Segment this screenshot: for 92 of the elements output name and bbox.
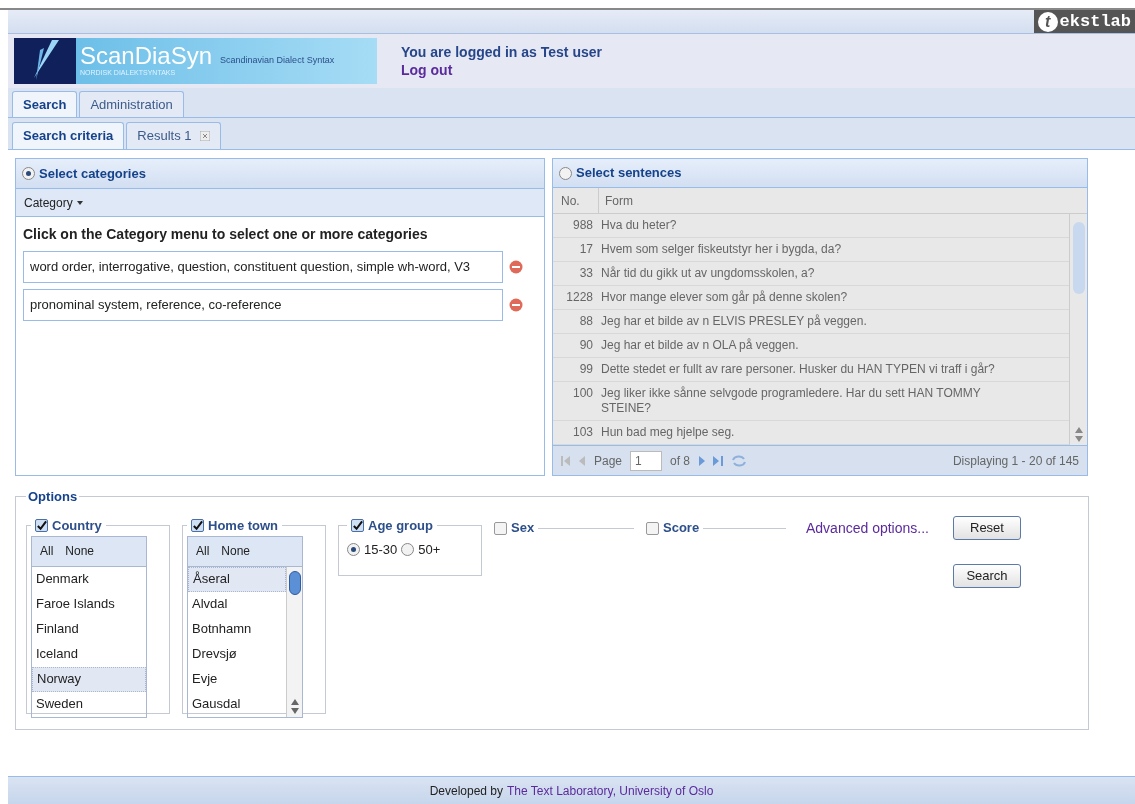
column-header[interactable]: No. <box>553 188 599 213</box>
table-cell-text: 33 <box>578 266 594 281</box>
table-cell-text: Hvem som selger fiskeutstyr her i bygda, da? <box>600 242 843 257</box>
footer-link[interactable]: The Text Laboratory, University of Oslo <box>507 781 714 800</box>
scroll-up-icon <box>1074 427 1083 433</box>
aurora-icon <box>14 38 76 84</box>
options-title: Options <box>28 489 78 504</box>
table-cell-text: 90 <box>578 338 594 353</box>
select-all-link[interactable]: All <box>196 542 210 560</box>
list-item[interactable]: Alvdal <box>188 591 286 617</box>
column-header[interactable]: Form <box>599 188 1087 213</box>
checkbox[interactable] <box>191 519 204 533</box>
list-item[interactable]: Iceland <box>32 641 146 667</box>
group-label: Score <box>663 519 700 538</box>
remove-icon[interactable] <box>509 260 523 274</box>
radio-button[interactable] <box>347 542 360 556</box>
scroll-down-icon <box>1074 436 1083 442</box>
radio-button[interactable] <box>22 167 35 180</box>
select-none-link[interactable]: None <box>65 542 95 560</box>
checkbox[interactable] <box>494 521 507 535</box>
select-all-link[interactable]: All <box>40 542 54 560</box>
radio-label: 50+ <box>418 540 441 559</box>
advanced-options-link[interactable]: Advanced options... <box>806 518 929 539</box>
table-cell-text: Jeg har et bilde av n ELVIS PRESLEY på veggen. <box>600 314 868 329</box>
table-cell-text: Hva du heter? <box>600 218 678 233</box>
table-cell-text: 103 <box>571 425 594 440</box>
action-button[interactable]: Reset <box>953 516 1021 540</box>
close-icon <box>199 131 210 141</box>
list-item[interactable]: Evje <box>188 666 286 692</box>
table-cell-text: 99 <box>578 362 594 377</box>
group-label: Home town <box>208 517 279 535</box>
page-label: Page <box>594 452 623 470</box>
table-cell-text: Hun bad meg hjelpe seg. <box>600 425 736 440</box>
scroll-down-icon <box>290 707 299 714</box>
radio-label: 15-30 <box>364 540 398 559</box>
page-field[interactable]: 1 <box>630 450 663 471</box>
logout-link[interactable]: Log out <box>401 61 602 79</box>
brand-subtitle: Scandinavian Dialect Syntax <box>220 54 335 68</box>
scrollbar[interactable] <box>286 566 302 717</box>
tab[interactable]: Administration <box>79 91 184 117</box>
table-cell-text: Når tid du gikk ut av ungdomsskolen, a? <box>600 266 816 281</box>
group-label: Sex <box>511 519 535 538</box>
group-label: Age group <box>368 517 433 535</box>
table-cell-text: Jeg liker ikke sånne selvgode programledere. Har du sett HAN TOMMY STEINE? <box>600 386 982 416</box>
table-cell-text: 988 <box>571 218 594 233</box>
instruction-text: Click on the Category menu to select one or more categories <box>23 225 429 244</box>
category-entry: pronominal system, reference, co-reference <box>23 289 503 321</box>
scroll-thumb[interactable] <box>1072 222 1085 294</box>
scroll-up-icon <box>290 698 299 705</box>
table-cell-text: 88 <box>578 314 594 329</box>
last-page-icon[interactable] <box>713 454 724 467</box>
list-item[interactable]: Botnhamn <box>188 616 286 642</box>
table-cell-text: Jeg har et bilde av n OLA på veggen. <box>600 338 800 353</box>
table-cell-text: 17 <box>578 242 594 257</box>
table-cell-text: 1228 <box>565 290 594 305</box>
list-item[interactable]: Drevsjø <box>188 641 286 667</box>
page-count: of 8 <box>670 452 691 470</box>
remove-icon[interactable] <box>509 298 523 312</box>
radio-button[interactable] <box>401 542 415 556</box>
table-cell-text: 100 <box>571 386 594 402</box>
checkbox[interactable] <box>351 519 364 533</box>
list-item[interactable]: Faroe Islands <box>32 591 146 617</box>
login-status: You are logged in as Test user <box>401 43 602 61</box>
list-item[interactable]: Gausdal <box>188 691 286 717</box>
table-cell-text: Hvor mange elever som går på denne skolen? <box>600 290 849 305</box>
footer-text: Developed by <box>429 782 504 800</box>
list-item[interactable]: Norway <box>32 666 146 692</box>
scroll-thumb[interactable] <box>288 570 301 595</box>
list-item[interactable]: Denmark <box>32 566 146 592</box>
radio-button[interactable] <box>559 166 572 180</box>
list-item[interactable]: Åseral <box>188 566 286 592</box>
checkbox[interactable] <box>646 521 659 535</box>
refresh-icon[interactable] <box>731 453 748 468</box>
category-entry: word order, interrogative, question, constituent question, simple wh-word, V3 <box>23 251 503 283</box>
list-item[interactable]: Finland <box>32 616 146 642</box>
tab[interactable]: Search criteria <box>12 122 125 149</box>
select-none-link[interactable]: None <box>221 542 251 560</box>
panel-title: Select sentences <box>576 164 682 183</box>
tekstlab-logo: t ekstlab <box>1033 10 1135 33</box>
category-menu[interactable]: Category <box>24 193 83 212</box>
tab[interactable]: Search <box>12 91 78 117</box>
list-item[interactable]: Sweden <box>32 691 146 717</box>
caret-icon <box>76 200 83 205</box>
group-label: Country <box>52 517 102 535</box>
next-page-icon[interactable] <box>698 454 706 467</box>
display-count: Displaying 1 - 20 of 145 <box>952 452 1079 470</box>
scrollbar[interactable] <box>1069 214 1087 445</box>
checkbox[interactable] <box>35 519 48 533</box>
table-cell-text: Dette stedet er fullt av rare personer. Husker du HAN TYPEN vi traff i går? <box>600 362 996 377</box>
action-button[interactable]: Search <box>953 564 1021 588</box>
tab[interactable]: Results 1 <box>126 122 221 149</box>
panel-title: Select categories <box>39 164 146 183</box>
